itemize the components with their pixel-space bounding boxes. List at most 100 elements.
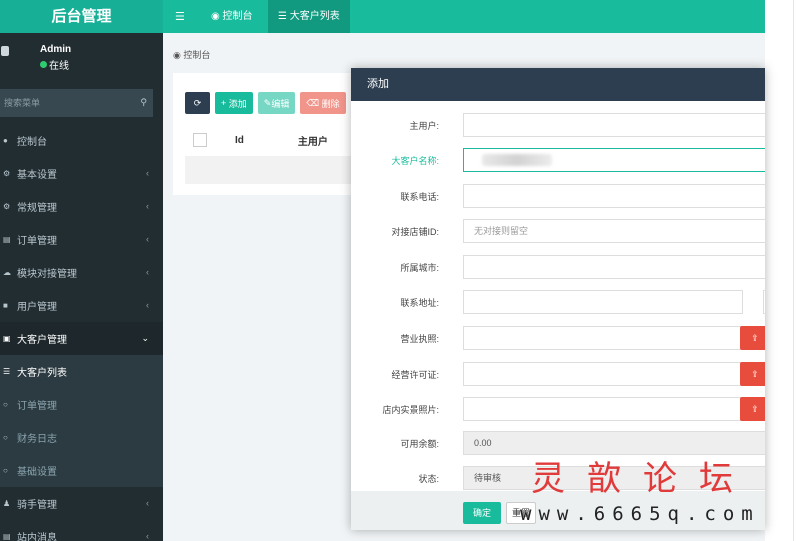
sidebar-item-modules[interactable]: ☁ 模块对接管理 ‹ bbox=[0, 256, 163, 289]
sidebar-menu: ● 控制台 ⚙ 基本设置 ‹ ⚙ 常规管理 ‹ ▤ 订单管理 ‹ ☁ 模块对接管… bbox=[0, 124, 163, 541]
chevron-left-icon: ‹ bbox=[146, 531, 149, 541]
sidebar-subitem-key-account-list[interactable]: ☰ 大客户列表 bbox=[0, 355, 163, 388]
message-icon: ▤ bbox=[3, 532, 11, 541]
sidebar-item-orders[interactable]: ▤ 订单管理 ‹ bbox=[0, 223, 163, 256]
watermark-text: 灵歆论坛 bbox=[531, 459, 755, 499]
sidebar-item-key-accounts[interactable]: ▣ 大客户管理 ⌄ bbox=[0, 322, 163, 355]
column-header-main-user[interactable]: 主用户 bbox=[298, 133, 328, 148]
confirm-button[interactable]: 确定 bbox=[463, 502, 501, 524]
sidebar-item-riders[interactable]: ♟ 骑手管理 ‹ bbox=[0, 487, 163, 520]
field-label: 对接店铺ID: bbox=[391, 227, 439, 237]
app-logo[interactable]: 后台管理 bbox=[0, 0, 163, 33]
upload-permit-button[interactable]: ⇪ bbox=[740, 362, 765, 386]
sidebar-item-label: 骑手管理 bbox=[17, 500, 57, 511]
divider bbox=[793, 0, 794, 541]
menu-toggle-icon[interactable]: ☰ bbox=[175, 10, 185, 23]
edit-button[interactable]: ✎ 编辑 bbox=[257, 92, 296, 114]
search-input[interactable] bbox=[0, 89, 153, 117]
shop-id-input[interactable]: 无对接则留空 bbox=[463, 219, 765, 243]
sidebar-item-basic-settings[interactable]: ⚙ 基本设置 ‹ bbox=[0, 157, 163, 190]
user-status-text: 在线 bbox=[49, 61, 69, 72]
field-label: 状态: bbox=[418, 474, 439, 484]
map-picker-button[interactable] bbox=[763, 290, 765, 314]
user-status: 在线 bbox=[40, 57, 69, 72]
sidebar-item-label: 控制台 bbox=[17, 137, 47, 148]
search-icon[interactable]: ⚲ bbox=[140, 97, 147, 108]
dashboard-icon: ● bbox=[3, 136, 8, 145]
tab-dashboard[interactable]: ◉ 控制台 bbox=[201, 0, 263, 33]
chevron-left-icon: ‹ bbox=[146, 201, 149, 211]
avatar bbox=[1, 46, 9, 56]
chevron-left-icon: ‹ bbox=[146, 234, 149, 244]
field-label: 大客户名称: bbox=[391, 156, 439, 166]
field-label: 营业执照: bbox=[400, 334, 439, 344]
watermark-url: www.6665q.com bbox=[520, 503, 760, 525]
sidebar-item-dashboard[interactable]: ● 控制台 bbox=[0, 124, 163, 157]
refresh-button[interactable]: ⟳ bbox=[185, 92, 210, 114]
circle-icon: ○ bbox=[3, 400, 8, 409]
sidebar-item-label: 常规管理 bbox=[17, 203, 57, 214]
customer-name-input[interactable] bbox=[463, 148, 765, 172]
cogs-icon: ⚙ bbox=[3, 202, 11, 211]
dialog-title[interactable]: 添加 bbox=[351, 68, 765, 101]
upload-license-button[interactable]: ⇪ bbox=[740, 326, 765, 350]
chevron-left-icon: ‹ bbox=[146, 267, 149, 277]
form-row-city: 所属城市: bbox=[351, 255, 765, 279]
chevron-left-icon: ‹ bbox=[146, 498, 149, 508]
sidebar-item-label: 大客户列表 bbox=[17, 368, 67, 379]
add-button[interactable]: + 添加 bbox=[215, 92, 253, 114]
sidebar-subitem-basic-settings[interactable]: ○ 基础设置 bbox=[0, 454, 163, 487]
sidebar-item-messages[interactable]: ▤ 站内消息 ‹ bbox=[0, 520, 163, 541]
field-label: 店内实景照片: bbox=[382, 405, 439, 415]
main-user-input[interactable] bbox=[463, 113, 765, 137]
list-icon: ☰ bbox=[278, 11, 287, 22]
toolbar: ⟳ + 添加 ✎ 编辑 ⌫ 删除 bbox=[185, 92, 346, 114]
city-select[interactable] bbox=[463, 255, 765, 279]
pencil-icon: ✎ bbox=[263, 97, 272, 108]
upload-photos-button[interactable]: ⇪ bbox=[740, 397, 765, 421]
select-all-checkbox[interactable] bbox=[193, 133, 207, 147]
sidebar-item-label: 用户管理 bbox=[17, 302, 57, 313]
form-row-permit: 经营许可证: ⇪ bbox=[351, 362, 765, 386]
sidebar-item-users[interactable]: ■ 用户管理 ‹ bbox=[0, 289, 163, 322]
column-header-id[interactable]: Id bbox=[235, 135, 244, 146]
sidebar-item-label: 财务日志 bbox=[17, 434, 57, 445]
delete-button[interactable]: ⌫ 删除 bbox=[300, 92, 346, 114]
list-icon: ▤ bbox=[3, 235, 11, 244]
form-row-customer-name: 大客户名称: bbox=[351, 148, 765, 172]
redacted-text bbox=[482, 154, 552, 166]
user-icon: ■ bbox=[3, 301, 8, 310]
sidebar-item-general[interactable]: ⚙ 常规管理 ‹ bbox=[0, 190, 163, 223]
sidebar-subitem-orders[interactable]: ○ 订单管理 bbox=[0, 388, 163, 421]
form-row-license: 营业执照: ⇪ bbox=[351, 326, 765, 350]
field-label: 可用余额: bbox=[400, 439, 439, 449]
dashboard-icon: ◉ bbox=[173, 50, 181, 60]
chevron-down-icon: ⌄ bbox=[141, 333, 149, 343]
add-label: 添加 bbox=[228, 98, 247, 109]
chevron-left-icon: ‹ bbox=[146, 300, 149, 310]
trash-icon: ⌫ bbox=[306, 97, 320, 108]
tab-key-account-list[interactable]: ☰ 大客户列表 bbox=[268, 0, 350, 33]
phone-input[interactable] bbox=[463, 184, 765, 208]
refresh-icon: ⟳ bbox=[193, 97, 202, 108]
breadcrumb: ◉ 控制台 bbox=[173, 48, 210, 61]
upload-icon: ⇪ bbox=[751, 369, 759, 379]
sidebar-submenu: ☰ 大客户列表 ○ 订单管理 ○ 财务日志 ○ 基础设置 bbox=[0, 355, 163, 487]
permit-input[interactable] bbox=[463, 362, 765, 386]
circle-icon: ○ bbox=[3, 433, 8, 442]
tab-label: 控制台 bbox=[222, 11, 253, 22]
sidebar-subitem-finance-log[interactable]: ○ 财务日志 bbox=[0, 421, 163, 454]
upload-icon: ⇪ bbox=[751, 333, 759, 343]
field-label: 主用户: bbox=[409, 121, 439, 131]
form-row-shop-id: 对接店铺ID: 无对接则留空 bbox=[351, 219, 765, 243]
form-row-phone: 联系电话: bbox=[351, 184, 765, 208]
photos-input[interactable] bbox=[463, 397, 765, 421]
license-input[interactable] bbox=[463, 326, 765, 350]
user-panel: Admin 在线 bbox=[0, 33, 163, 79]
tab-label: 大客户列表 bbox=[289, 11, 340, 22]
upload-icon: ⇪ bbox=[751, 404, 759, 414]
dashboard-icon: ◉ bbox=[211, 11, 220, 22]
breadcrumb-text[interactable]: 控制台 bbox=[183, 50, 210, 60]
address-input[interactable] bbox=[463, 290, 743, 314]
form-row-address: 联系地址: bbox=[351, 290, 765, 314]
